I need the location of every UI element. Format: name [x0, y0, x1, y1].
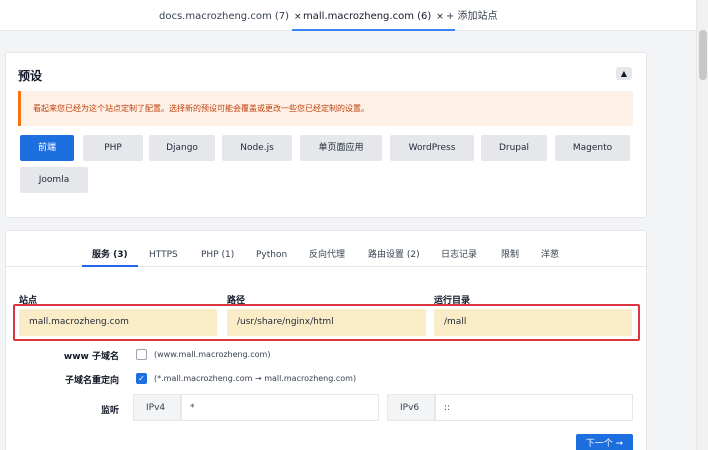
preset-frontend-button[interactable]: 前端 — [20, 135, 74, 161]
www-subdomain-checkbox[interactable] — [136, 349, 147, 360]
add-site-tab[interactable]: + 添加站点 — [446, 0, 498, 31]
www-subdomain-label: www 子域名 — [63, 352, 119, 362]
tab-logging[interactable]: 日志记录 — [441, 231, 477, 267]
tab-routing[interactable]: 路由设置 (2) — [368, 231, 420, 267]
preset-drupal-button[interactable]: Drupal — [481, 135, 547, 161]
site-input[interactable]: mall.macrozheng.com — [19, 309, 217, 336]
tab-limits[interactable]: 限制 — [501, 231, 519, 267]
site-tab-label: mall.macrozheng.com (6) — [303, 11, 432, 22]
subdomain-redirect-hint: (*.mall.macrozheng.com → mall.macrozheng… — [154, 374, 357, 383]
preset-magento-button[interactable]: Magento — [555, 135, 630, 161]
site-tabs-bar: docs.macrozheng.com (7) × mall.macrozheng… — [0, 0, 696, 31]
subdomain-redirect-checkbox[interactable]: ✓ — [136, 373, 147, 384]
preset-spa-button[interactable]: 单页面应用 — [300, 135, 382, 161]
ipv4-input[interactable]: * — [181, 394, 379, 421]
root-input[interactable]: /mall — [434, 309, 632, 336]
site-tab-mall[interactable]: mall.macrozheng.com (6) × — [292, 0, 455, 31]
tab-python[interactable]: Python — [256, 231, 287, 267]
next-button[interactable]: 下一个 ➞ — [576, 434, 633, 450]
scrollbar-thumb[interactable] — [699, 30, 707, 80]
preset-title: 预设 — [18, 69, 43, 83]
config-panel: 服务 (3) HTTPS PHP (1) Python 反向代理 路由设置 (2… — [5, 230, 648, 450]
site-tab-label: docs.macrozheng.com (7) — [159, 11, 290, 22]
config-tabs: 服务 (3) HTTPS PHP (1) Python 反向代理 路由设置 (2… — [6, 231, 648, 267]
tab-php[interactable]: PHP (1) — [201, 231, 234, 267]
tab-services[interactable]: 服务 (3) — [82, 231, 138, 267]
ipv6-addon: IPv6 — [387, 394, 435, 421]
listen-label: 监听 — [100, 406, 119, 416]
site-tab-docs[interactable]: docs.macrozheng.com (7) × — [159, 0, 302, 31]
close-icon[interactable]: × — [436, 12, 444, 22]
tab-https[interactable]: HTTPS — [149, 231, 178, 267]
vertical-scrollbar[interactable] — [696, 0, 708, 450]
preset-wordpress-button[interactable]: WordPress — [390, 135, 474, 161]
preset-django-button[interactable]: Django — [149, 135, 215, 161]
subdomain-redirect-label: 子域名重定向 — [64, 376, 119, 386]
preset-nodejs-button[interactable]: Node.js — [222, 135, 292, 161]
preset-warning: 看起来您已经为这个站点定制了配置。选择新的预设可能会覆盖或更改一些您已经定制的设… — [18, 91, 633, 126]
tab-reverse-proxy[interactable]: 反向代理 — [309, 231, 345, 267]
ipv4-addon: IPv4 — [133, 394, 181, 421]
preset-joomla-button[interactable]: Joomla — [20, 167, 88, 193]
www-subdomain-hint: (www.mall.macrozheng.com) — [154, 350, 271, 359]
preset-panel: 预设 ▲ 看起来您已经为这个站点定制了配置。选择新的预设可能会覆盖或更改一些您已… — [5, 52, 647, 218]
collapse-icon[interactable]: ▲ — [616, 67, 632, 80]
ipv6-input[interactable]: :: — [435, 394, 633, 421]
tab-onion[interactable]: 洋葱 — [541, 231, 559, 267]
preset-php-button[interactable]: PHP — [83, 135, 143, 161]
path-input[interactable]: /usr/share/nginx/html — [227, 309, 426, 336]
